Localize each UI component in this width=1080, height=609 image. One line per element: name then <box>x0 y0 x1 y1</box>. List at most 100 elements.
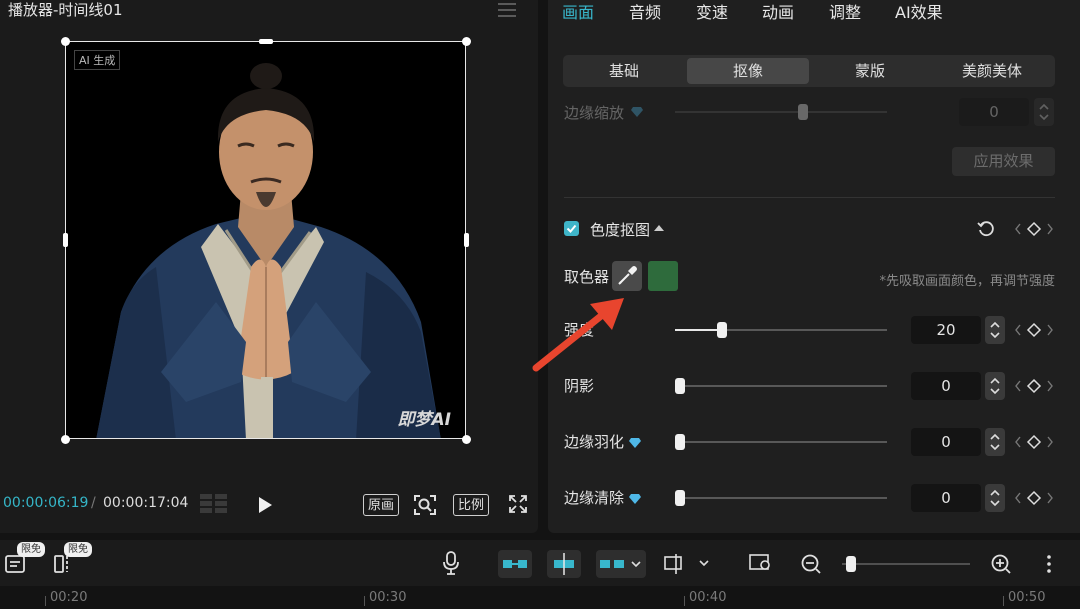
edge-scale-value[interactable]: 0 <box>959 98 1029 126</box>
properties-panel: 画面 音频 变速 动画 调整 AI效果 基础 抠像 蒙版 美颜美体 边缘缩放 0… <box>548 0 1080 533</box>
apply-effect-button[interactable]: 应用效果 <box>952 147 1055 176</box>
auto-snap-button[interactable] <box>547 550 581 578</box>
shadow-label-text: 阴影 <box>564 377 595 395</box>
zoom-out-icon[interactable] <box>800 553 822 575</box>
original-quality-button[interactable]: 原画 <box>363 494 400 516</box>
shadow-stepper[interactable] <box>985 372 1005 400</box>
subtab-beauty[interactable]: 美颜美体 <box>931 58 1053 84</box>
premium-gem-icon <box>629 493 642 504</box>
play-icon[interactable] <box>255 494 275 516</box>
edge-feather-slider-thumb[interactable] <box>675 434 685 450</box>
edge-scale-label: 边缘缩放 <box>564 104 625 122</box>
ai-generated-watermark: AI 生成 <box>74 50 121 70</box>
resize-handle-tl[interactable] <box>61 37 70 46</box>
player-panel: 播放器-时间线01 AI 生成 即梦AI 00:00:06:19 / 00:00… <box>0 0 538 533</box>
timeline-zoom-fit-icon[interactable] <box>748 550 774 576</box>
main-tab-bar: 画面 音频 变速 动画 调整 AI效果 <box>548 0 1080 26</box>
picked-color-swatch[interactable] <box>648 261 678 291</box>
sub-tab-bar: 基础 抠像 蒙版 美颜美体 <box>563 55 1055 87</box>
ruler-mark: 00:20 <box>50 590 88 605</box>
resize-handle-br[interactable] <box>462 435 471 444</box>
zoom-in-icon[interactable] <box>990 553 1012 575</box>
chroma-key-checkbox[interactable] <box>564 221 579 236</box>
tab-adjust[interactable]: 调整 <box>829 0 861 23</box>
strength-slider-thumb[interactable] <box>717 322 727 338</box>
edge-feather-slider-track[interactable] <box>675 441 887 443</box>
resize-handle-tr[interactable] <box>462 37 471 46</box>
keyframe-nav-icon[interactable] <box>1013 434 1055 450</box>
strength-value-input[interactable]: 20 <box>911 316 981 344</box>
ruler-tick <box>684 596 685 606</box>
time-separator: / <box>91 495 96 511</box>
fit-frame-icon[interactable] <box>413 494 437 516</box>
tab-animation[interactable]: 动画 <box>762 0 794 23</box>
subtab-cutout[interactable]: 抠像 <box>687 58 809 84</box>
timeline-zoom-thumb[interactable] <box>846 556 856 572</box>
edge-clear-slider-thumb[interactable] <box>675 490 685 506</box>
timeline-ruler[interactable]: 00:20 00:30 00:40 00:50 <box>0 588 1080 609</box>
color-picker-label: 取色器 <box>564 268 610 286</box>
ruler-tick <box>1003 596 1004 606</box>
premium-gem-icon <box>629 437 642 448</box>
shadow-value-input[interactable]: 0 <box>911 372 981 400</box>
shadow-slider-track[interactable] <box>675 385 887 387</box>
edge-clear-stepper[interactable] <box>985 484 1005 512</box>
person-image <box>96 63 441 438</box>
strength-label-text: 强度 <box>564 321 595 339</box>
tab-picture[interactable]: 画面 <box>562 0 594 23</box>
edge-clear-slider-track[interactable] <box>675 497 887 499</box>
eyedropper-button[interactable] <box>612 261 642 291</box>
keyframe-nav-icon[interactable] <box>1013 378 1055 394</box>
grid-view-icon[interactable] <box>199 493 229 515</box>
player-title: 播放器-时间线01 <box>8 1 123 19</box>
fullscreen-icon[interactable] <box>508 494 528 514</box>
timeline-zoom-track[interactable] <box>842 563 970 565</box>
ruler-mark: 00:30 <box>369 590 407 605</box>
edge-clear-value-input[interactable]: 0 <box>911 484 981 512</box>
edge-clear-label: 边缘清除 <box>564 487 642 508</box>
edge-feather-value-input[interactable]: 0 <box>911 428 981 456</box>
free-badge-1: 限免 <box>17 542 45 557</box>
aspect-ratio-button[interactable]: 比例 <box>453 494 490 516</box>
subtab-basic[interactable]: 基础 <box>563 58 685 84</box>
linkage-button[interactable] <box>596 550 646 578</box>
preview-axis-icon[interactable] <box>662 551 712 577</box>
edge-clear-label-text: 边缘清除 <box>564 489 625 507</box>
resize-handle-top[interactable] <box>259 39 273 44</box>
tab-audio[interactable]: 音频 <box>629 0 661 23</box>
more-options-icon[interactable] <box>1045 554 1053 574</box>
tab-ai-effects[interactable]: AI效果 <box>895 0 943 23</box>
eyedropper-icon <box>618 266 637 285</box>
keyframe-nav-icon[interactable] <box>1013 322 1055 338</box>
section-divider <box>564 197 1055 198</box>
edge-scale-thumb[interactable] <box>798 104 808 120</box>
ruler-mark: 00:40 <box>689 590 727 605</box>
current-time: 00:00:06:19 <box>3 495 89 511</box>
keyframe-nav-icon[interactable] <box>1013 490 1055 506</box>
main-track-magnet-button[interactable] <box>498 550 532 578</box>
edge-feather-stepper[interactable] <box>985 428 1005 456</box>
shadow-slider-thumb[interactable] <box>675 378 685 394</box>
video-preview[interactable]: AI 生成 即梦AI <box>65 41 466 439</box>
tab-speed[interactable]: 变速 <box>696 0 728 23</box>
chroma-key-title: 色度抠图 <box>590 221 651 239</box>
strength-slider-fill <box>675 329 717 331</box>
menu-icon[interactable] <box>498 3 516 17</box>
strength-label: 强度 <box>564 319 594 340</box>
collapse-caret-icon[interactable] <box>654 225 664 231</box>
free-badge-2: 限免 <box>64 542 92 557</box>
edge-scale-stepper[interactable] <box>1034 98 1054 126</box>
strength-stepper[interactable] <box>985 316 1005 344</box>
edge-feather-label: 边缘羽化 <box>564 431 642 452</box>
keyframe-nav-icon[interactable] <box>1013 221 1055 237</box>
subtab-mask[interactable]: 蒙版 <box>809 58 931 84</box>
resize-handle-left[interactable] <box>63 233 68 247</box>
resize-handle-bl[interactable] <box>61 435 70 444</box>
edge-scale-track[interactable] <box>675 111 887 113</box>
total-time: 00:00:17:04 <box>103 495 189 511</box>
microphone-icon[interactable] <box>441 550 461 576</box>
reset-icon[interactable] <box>977 220 995 238</box>
ruler-tick <box>45 596 46 606</box>
premium-gem-icon <box>631 107 643 117</box>
resize-handle-right[interactable] <box>464 233 469 247</box>
